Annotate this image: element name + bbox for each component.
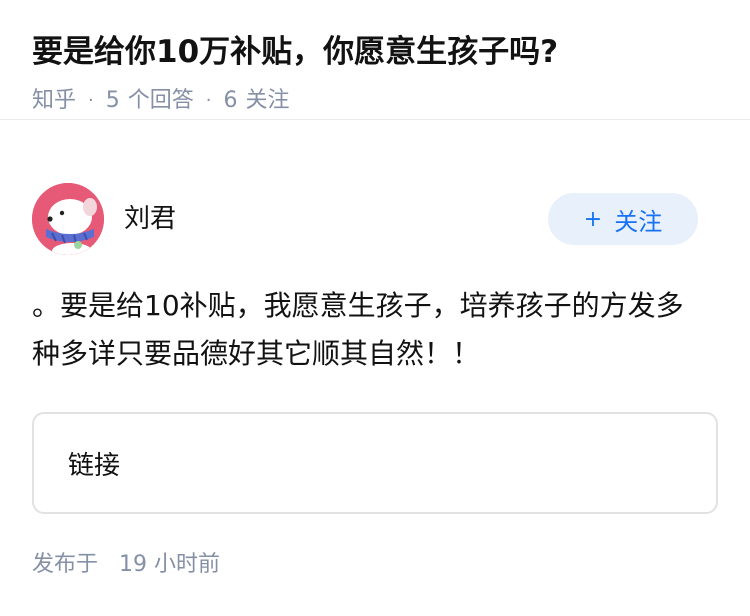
avatar[interactable] — [32, 183, 104, 255]
followers-count: 6 — [223, 88, 238, 113]
plus-icon: + — [583, 206, 603, 232]
follow-button[interactable]: + 关注 — [548, 193, 698, 245]
answers-label[interactable]: 个回答 — [128, 86, 194, 116]
answer-author-row: 刘君 + 关注 — [32, 183, 698, 255]
published-info: 发布于 19 小时前 — [32, 550, 220, 580]
question-title[interactable]: 要是给你10万补贴，你愿意生孩子吗? — [32, 30, 718, 74]
follow-button-label: 关注 — [614, 207, 663, 236]
link-card-label: 链接 — [68, 450, 121, 481]
published-label: 发布于 — [32, 552, 99, 577]
link-card[interactable]: 链接 — [32, 412, 718, 514]
question-header: 要是给你10万补贴，你愿意生孩子吗? 知乎 · 5 个回答 · 6 关注 — [0, 0, 750, 120]
answer-content[interactable]: 。要是给10补贴，我愿意生孩子，培养孩子的方发多种多详只要品德好其它顺其自然！！ — [32, 282, 706, 378]
question-meta: 知乎 · 5 个回答 · 6 关注 — [32, 86, 718, 116]
published-time: 19 小时前 — [119, 552, 221, 577]
source-label[interactable]: 知乎 — [32, 86, 76, 116]
cartoon-dog-avatar-icon — [32, 183, 104, 255]
answers-count: 5 — [105, 88, 120, 113]
separator-dot: · — [205, 90, 212, 111]
author-name[interactable]: 刘君 — [124, 201, 176, 237]
followers-label[interactable]: 关注 — [246, 86, 290, 116]
separator-dot: · — [88, 90, 94, 111]
